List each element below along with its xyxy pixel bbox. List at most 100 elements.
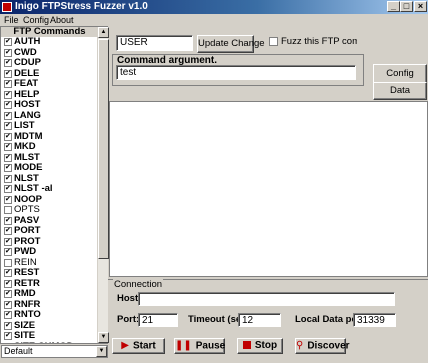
command-checkbox[interactable] xyxy=(4,69,12,78)
command-checkbox[interactable] xyxy=(4,132,12,141)
command-checkbox[interactable] xyxy=(4,90,12,99)
start-button[interactable]: ▶ Start xyxy=(112,338,165,354)
command-label: PWD xyxy=(14,246,37,257)
command-label: LIST xyxy=(14,120,35,131)
data-button[interactable]: Data xyxy=(373,82,427,100)
command-label: FEAT xyxy=(14,78,39,89)
port-value: 21 xyxy=(142,315,154,326)
command-checkbox[interactable] xyxy=(4,100,12,109)
profile-select[interactable]: Default ▼ xyxy=(1,345,108,358)
command-label: DELE xyxy=(14,67,40,79)
command-checkbox[interactable] xyxy=(4,206,12,214)
command-checkbox[interactable] xyxy=(4,121,12,130)
command-label: MODE xyxy=(14,162,43,173)
window-title: Inigo FTPStress Fuzzer v1.0 xyxy=(15,1,148,12)
command-checkbox[interactable] xyxy=(4,247,12,256)
port-label: Port: xyxy=(117,314,140,325)
command-checkbox[interactable] xyxy=(4,331,12,340)
command-label: NOOP xyxy=(14,193,42,205)
ftp-commands-list: AUTHCWDCDUPDELEFEATHELPHOSTLANGLISTMDTMM… xyxy=(3,37,97,343)
command-label: RNFR xyxy=(14,298,41,310)
command-checkbox[interactable] xyxy=(4,37,12,46)
command-checkbox[interactable] xyxy=(4,58,12,67)
command-label: LANG xyxy=(14,109,41,121)
command-checkbox[interactable] xyxy=(4,111,12,120)
pause-label: Pause xyxy=(195,340,226,352)
command-label: SITE CHMOD xyxy=(14,341,74,343)
command-list-item[interactable]: SITE CHMOD xyxy=(3,341,97,343)
menu-file[interactable]: File xyxy=(4,14,19,26)
discover-button[interactable]: ⚲ Discover xyxy=(295,338,350,354)
command-checkbox[interactable] xyxy=(4,268,12,277)
port-input[interactable]: 21 xyxy=(138,313,178,327)
start-label: Start xyxy=(132,340,156,352)
command-label: CWD xyxy=(14,46,37,58)
discover-label: Discover xyxy=(307,340,350,352)
title-bar: Inigo FTPStress Fuzzer v1.0 _ □ × xyxy=(0,0,428,14)
fuzz-command-checkbox[interactable] xyxy=(269,37,278,46)
command-checkbox[interactable] xyxy=(4,289,12,298)
chevron-down-icon[interactable]: ▼ xyxy=(96,346,107,357)
command-label: REST xyxy=(14,267,40,278)
command-label: RNTO xyxy=(14,309,41,320)
command-field[interactable]: USER xyxy=(116,35,193,51)
command-checkbox[interactable] xyxy=(4,216,12,225)
close-button[interactable]: × xyxy=(414,1,427,12)
command-label: MLST xyxy=(14,151,40,163)
command-label: AUTH xyxy=(14,37,41,47)
ftp-commands-panel: FTP Commands AUTHCWDCDUPDELEFEATHELPHOST… xyxy=(0,26,109,344)
command-checkbox[interactable] xyxy=(4,48,12,57)
minimize-button[interactable]: _ xyxy=(387,1,400,12)
command-checkbox[interactable] xyxy=(4,174,12,183)
command-checkbox[interactable] xyxy=(4,258,12,267)
argument-value: test xyxy=(120,67,137,78)
profile-select-value: Default xyxy=(4,346,33,356)
command-checkbox[interactable] xyxy=(4,79,12,88)
local-data-port-value: 31339 xyxy=(357,315,385,326)
menu-config[interactable]: Config xyxy=(23,14,49,26)
command-checkbox[interactable] xyxy=(4,153,12,162)
stop-button[interactable]: Stop xyxy=(237,338,283,354)
host-input[interactable] xyxy=(138,292,395,306)
command-checkbox[interactable] xyxy=(4,163,12,172)
stop-icon xyxy=(242,341,251,350)
scroll-thumb[interactable] xyxy=(98,39,109,259)
ftp-commands-header: FTP Commands xyxy=(1,27,98,37)
command-checkbox[interactable] xyxy=(4,142,12,151)
command-checkbox[interactable] xyxy=(4,342,12,343)
command-checkbox[interactable] xyxy=(4,226,12,235)
timeout-input[interactable]: 12 xyxy=(238,313,281,327)
command-checkbox[interactable] xyxy=(4,279,12,288)
command-label: PASV xyxy=(14,214,40,226)
command-label: SIZE xyxy=(14,319,36,331)
stop-label: Stop xyxy=(254,340,278,351)
command-checkbox[interactable] xyxy=(4,195,12,204)
command-checkbox[interactable] xyxy=(4,300,12,309)
command-checkbox[interactable] xyxy=(4,184,12,193)
magnifier-icon: ⚲ xyxy=(296,340,304,351)
timeout-value: 12 xyxy=(242,315,254,326)
command-label: REIN xyxy=(14,256,37,268)
local-data-port-input[interactable]: 31339 xyxy=(353,313,396,327)
maximize-button[interactable]: □ xyxy=(400,1,413,12)
update-change-button[interactable]: Update Change xyxy=(197,35,265,53)
command-value: USER xyxy=(120,37,148,48)
menu-bar: File Config About xyxy=(0,14,428,26)
command-checkbox[interactable] xyxy=(4,310,12,319)
menu-about[interactable]: About xyxy=(50,14,74,26)
config-button[interactable]: Config xyxy=(373,64,427,84)
argument-input[interactable]: test xyxy=(116,65,356,80)
command-checkbox[interactable] xyxy=(4,237,12,246)
command-label: RETR xyxy=(14,277,40,289)
command-label: PROT xyxy=(14,235,41,247)
pause-icon: ❚❚ xyxy=(175,340,192,351)
scroll-up-icon[interactable]: ▲ xyxy=(98,27,109,38)
command-checkbox[interactable] xyxy=(4,321,12,330)
commands-scrollbar[interactable]: ▲ ▼ xyxy=(97,27,109,343)
command-label: PORT xyxy=(14,225,41,236)
command-label: NLST xyxy=(14,172,39,184)
output-log[interactable] xyxy=(109,101,428,277)
fuzz-command-label: Fuzz this FTP command xyxy=(281,36,357,47)
command-label: HELP xyxy=(14,88,40,100)
pause-button[interactable]: ❚❚ Pause xyxy=(174,338,225,354)
